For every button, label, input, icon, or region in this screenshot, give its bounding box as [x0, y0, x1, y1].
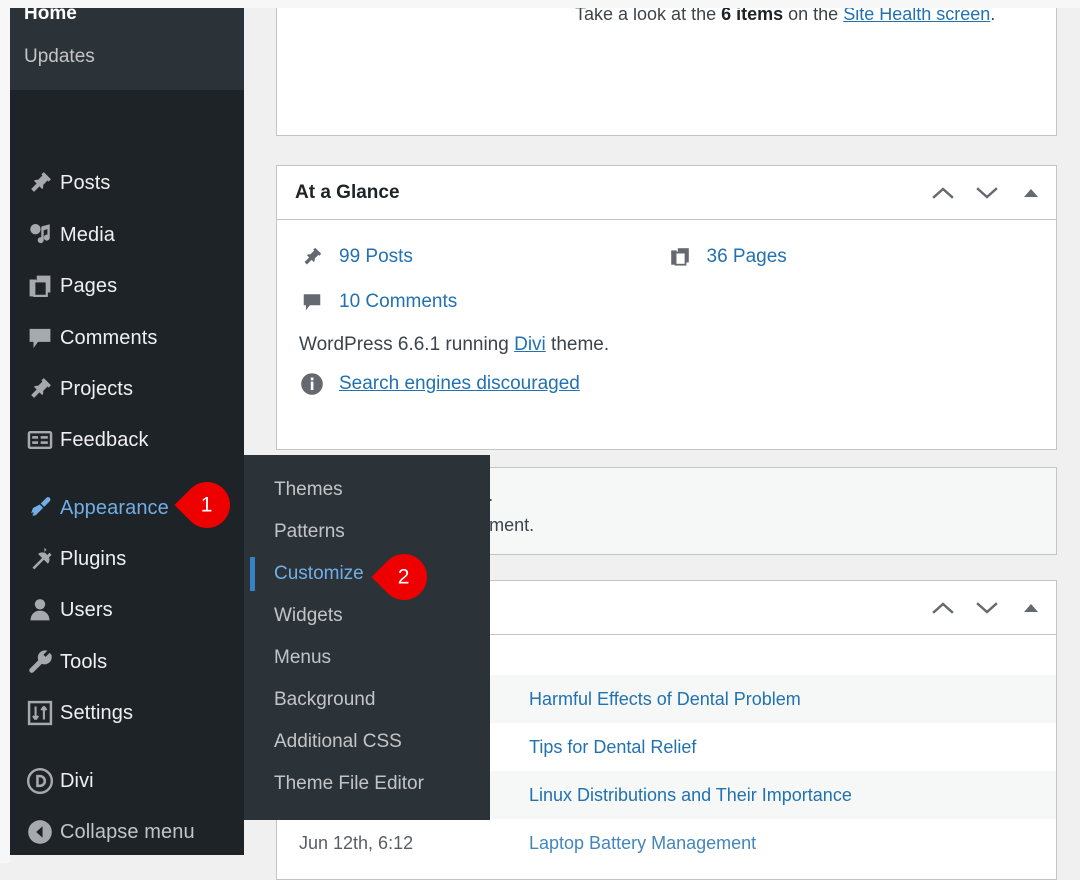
- version-suffix: theme.: [545, 334, 610, 355]
- sliders-icon: [20, 700, 60, 726]
- wrench-icon: [20, 649, 60, 675]
- sidebar-item-divi[interactable]: Divi: [10, 759, 244, 803]
- page-edge-left: [0, 0, 10, 863]
- chevron-up-icon[interactable]: [928, 593, 958, 623]
- activity-date: Jun 12th, 6:12: [299, 832, 414, 853]
- sidebar-item-feedback[interactable]: Feedback: [10, 418, 244, 462]
- activity-title-link[interactable]: Tips for Dental Relief: [529, 737, 696, 758]
- chevron-up-icon[interactable]: [928, 178, 958, 208]
- pin-icon: [20, 376, 60, 402]
- sidebar-item-settings[interactable]: Settings: [10, 691, 244, 735]
- comment-icon: [299, 291, 325, 313]
- at-a-glance-title: At a Glance: [295, 181, 400, 203]
- sidebar-item-updates[interactable]: Updates: [24, 45, 95, 69]
- sidebar-item-label: Plugins: [60, 547, 127, 570]
- activity-title-link[interactable]: Laptop Battery Management: [529, 833, 756, 854]
- glance-posts[interactable]: 99 Posts: [299, 234, 667, 279]
- sidebar-item-label: Settings: [60, 701, 134, 724]
- version-prefix: WordPress 6.6.1 running: [299, 334, 515, 355]
- site-health-card: Good some things you can do to improve i…: [276, 0, 1057, 136]
- divi-icon: [20, 767, 60, 795]
- chevron-down-icon[interactable]: [972, 593, 1002, 623]
- sidebar-item-label: Projects: [60, 377, 134, 400]
- activity-title-link[interactable]: Linux Distributions and Their Importance: [529, 785, 852, 806]
- pages-icon: [667, 246, 693, 268]
- sidebar-item-comments[interactable]: Comments: [10, 316, 244, 360]
- triangle-up-icon[interactable]: [1016, 593, 1046, 623]
- sidebar-item-label: Tools: [60, 650, 108, 673]
- glance-posts-label: 99 Posts: [339, 245, 413, 267]
- activity-controls: [928, 581, 1046, 635]
- pin-icon: [20, 170, 60, 196]
- table-row[interactable]: Jun 12th, 6:12 Laptop Battery Management: [277, 819, 1056, 867]
- callout-badge-number: 1: [201, 493, 213, 517]
- admin-sidebar: Home Updates Posts Media Pages Comments …: [10, 0, 244, 855]
- seo-notice-row: Search engines discouraged: [277, 356, 1056, 396]
- sidebar-item-label: Divi: [60, 769, 94, 792]
- sidebar-item-label: Feedback: [60, 428, 149, 451]
- submenu-item-background[interactable]: Background: [244, 679, 490, 721]
- sidebar-item-label: Posts: [60, 171, 111, 194]
- submenu-item-patterns[interactable]: Patterns: [244, 511, 490, 553]
- sidebar-item-pages[interactable]: Pages: [10, 264, 244, 308]
- at-a-glance-card: At a Glance 99 Posts 36 Pages 10 Comment…: [276, 165, 1057, 450]
- feedback-icon: [20, 427, 60, 453]
- glance-pages-label: 36 Pages: [706, 245, 787, 267]
- sidebar-item-label: Pages: [60, 274, 118, 297]
- glance-comments[interactable]: 10 Comments: [299, 279, 667, 324]
- plug-icon: [20, 546, 60, 572]
- at-a-glance-header: At a Glance: [277, 166, 1056, 220]
- chevron-down-icon[interactable]: [972, 178, 1002, 208]
- info-icon: [299, 372, 325, 396]
- sidebar-item-label: Comments: [60, 326, 158, 349]
- submenu-item-themes[interactable]: Themes: [244, 469, 490, 511]
- media-icon: [20, 222, 60, 248]
- collapse-arrow-icon: [20, 818, 60, 846]
- pin-icon: [299, 246, 325, 268]
- comment-icon: [20, 325, 60, 351]
- submenu-item-menus[interactable]: Menus: [244, 637, 490, 679]
- sidebar-item-label: Appearance: [60, 496, 169, 519]
- appearance-submenu-flyout: Themes Patterns Customize Widgets Menus …: [244, 455, 490, 820]
- activity-title-link[interactable]: Harmful Effects of Dental Problem: [529, 689, 801, 710]
- sidebar-item-media[interactable]: Media: [10, 213, 244, 257]
- theme-link[interactable]: Divi: [514, 334, 546, 355]
- user-icon: [20, 597, 60, 623]
- sidebar-item-label: Users: [60, 598, 113, 621]
- sidebar-item-label: Media: [60, 223, 115, 246]
- triangle-up-icon[interactable]: [1016, 178, 1046, 208]
- submenu-item-additional-css[interactable]: Additional CSS: [244, 721, 490, 763]
- sidebar-item-plugins[interactable]: Plugins: [10, 537, 244, 581]
- search-engines-discouraged-link[interactable]: Search engines discouraged: [339, 373, 580, 395]
- callout-badge-number: 2: [398, 565, 410, 589]
- wordpress-version-line: WordPress 6.6.1 running Divi theme.: [277, 324, 1056, 356]
- at-a-glance-controls: [928, 166, 1046, 220]
- pages-icon: [20, 273, 60, 299]
- glance-pages[interactable]: 36 Pages: [667, 234, 1035, 279]
- sidebar-item-collapse-menu[interactable]: Collapse menu: [10, 810, 244, 854]
- page-edge-top: [0, 0, 1080, 8]
- sidebar-item-tools[interactable]: Tools: [10, 640, 244, 684]
- sidebar-item-users[interactable]: Users: [10, 588, 244, 632]
- submenu-item-widgets[interactable]: Widgets: [244, 595, 490, 637]
- sidebar-item-label: Collapse menu: [60, 820, 195, 843]
- glance-comments-label: 10 Comments: [339, 290, 458, 312]
- sidebar-item-projects[interactable]: Projects: [10, 367, 244, 411]
- submenu-item-customize[interactable]: Customize: [244, 553, 490, 595]
- submenu-item-theme-file-editor[interactable]: Theme File Editor: [244, 763, 490, 805]
- sidebar-item-posts[interactable]: Posts: [10, 161, 244, 205]
- at-a-glance-counts: 99 Posts 36 Pages 10 Comments: [277, 220, 1056, 324]
- brush-icon: [20, 495, 60, 521]
